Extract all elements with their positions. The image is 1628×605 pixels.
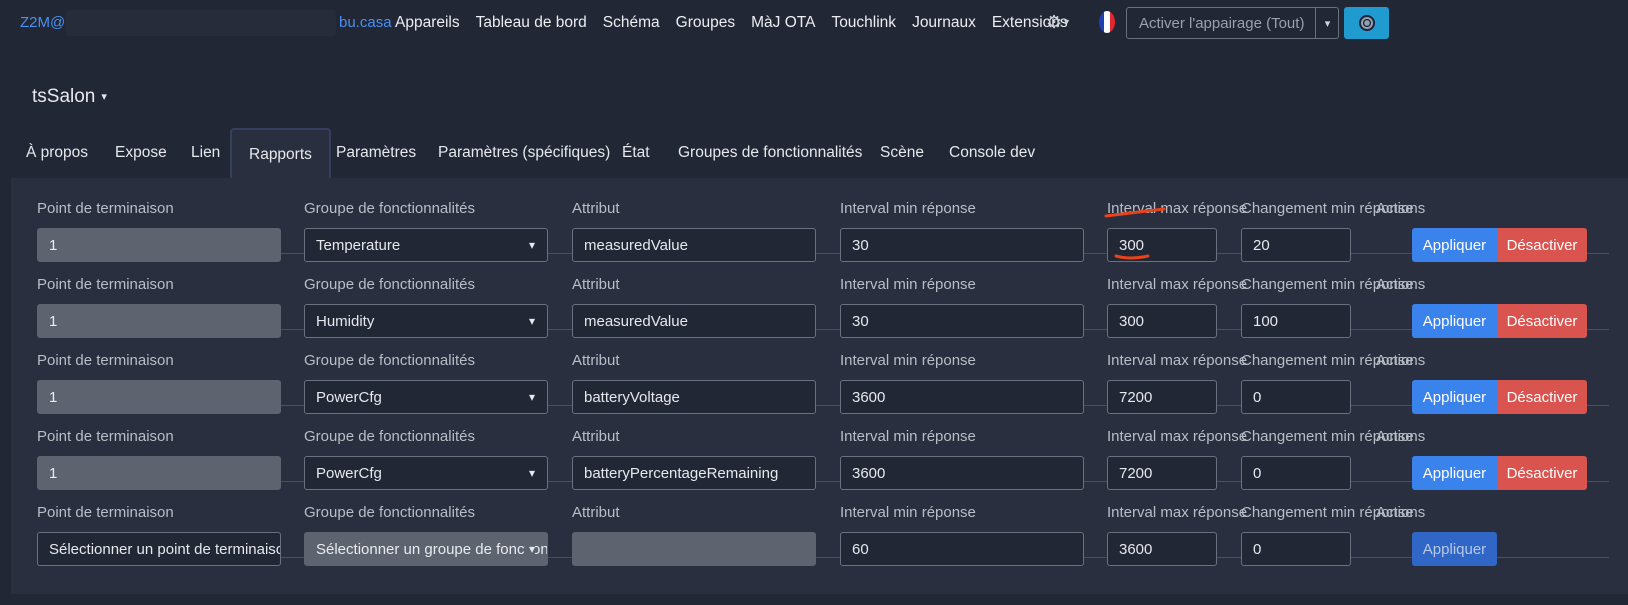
nav-link-journaux[interactable]: Journaux (912, 14, 976, 32)
cluster-value: Temperature (316, 237, 401, 254)
apply-button[interactable]: Appliquer (1412, 532, 1497, 566)
permit-join-dropdown-toggle[interactable]: ▾ (1315, 7, 1339, 39)
actions-label: Actions (1376, 428, 1426, 445)
device-name: tsSalon (32, 86, 96, 107)
new-report-row: Point de terminaison Groupe de fonctionn… (37, 482, 1609, 566)
min-interval-label: Interval min réponse (840, 352, 976, 369)
max-interval-field[interactable]: 3600 (1107, 532, 1217, 566)
chevron-down-icon: ▾ (1324, 17, 1331, 30)
brand-link[interactable]: Z2M@ (20, 14, 65, 31)
attribute-label: Attribut (572, 276, 620, 293)
cluster-label: Groupe de fonctionnalités (304, 352, 475, 369)
max-interval-label: Interval max réponse (1107, 428, 1248, 445)
tab-settings-specific[interactable]: Paramètres (spécifiques) (438, 144, 610, 162)
tab-expose[interactable]: Expose (115, 144, 167, 162)
nav-link-touchlink[interactable]: Touchlink (831, 14, 896, 32)
annotation-marks (1104, 207, 1166, 260)
actions-label: Actions (1376, 504, 1426, 521)
top-navbar: Z2M@ bu.casa Appareils Tableau de bord S… (0, 0, 1628, 46)
tab-scene[interactable]: Scène (880, 144, 924, 162)
nav-link-ota[interactable]: MàJ OTA (751, 14, 815, 32)
nav-link-dashboard[interactable]: Tableau de bord (476, 14, 587, 32)
cluster-value: PowerCfg (316, 389, 382, 406)
network-map-button[interactable] (1344, 7, 1389, 39)
report-row: Point de terminaison Groupe de fonctionn… (37, 178, 1609, 262)
cluster-label: Groupe de fonctionnalités (304, 504, 475, 521)
tab-about[interactable]: À propos (26, 144, 88, 162)
france-flag-icon[interactable] (1099, 11, 1115, 33)
endpoint-label: Point de terminaison (37, 504, 174, 521)
min-change-field[interactable]: 0 (1241, 532, 1351, 566)
chevron-down-icon: ▾ (528, 314, 535, 328)
chevron-down-icon: ▾ (524, 542, 535, 556)
network-icon (1358, 15, 1375, 31)
nav-link-schema[interactable]: Schéma (603, 14, 660, 32)
min-interval-label: Interval min réponse (840, 504, 976, 521)
endpoint-select[interactable]: Sélectionner un point de terminaison (37, 532, 281, 566)
device-selector[interactable]: tsSalon ▾ (32, 86, 107, 108)
endpoint-label: Point de terminaison (37, 276, 174, 293)
actions-label: Actions (1376, 352, 1426, 369)
report-row: Point de terminaison Groupe de fonctionn… (37, 254, 1609, 338)
max-interval-label: Interval max réponse (1107, 352, 1248, 369)
attribute-label: Attribut (572, 200, 620, 217)
cluster-value: Humidity (316, 313, 375, 330)
tab-reporting[interactable]: Rapports (230, 128, 331, 180)
chevron-down-icon: ▾ (528, 238, 535, 252)
nav-link-appareils[interactable]: Appareils (395, 14, 460, 32)
nav-links: Appareils Tableau de bord Schéma Groupes… (395, 14, 1084, 32)
cluster-value: PowerCfg (316, 465, 382, 482)
min-interval-field[interactable]: 60 (840, 532, 1084, 566)
nav-link-groupes[interactable]: Groupes (676, 14, 735, 32)
cluster-placeholder: Sélectionner un groupe de fonctionnalité… (316, 541, 548, 558)
endpoint-label: Point de terminaison (37, 428, 174, 445)
max-interval-label: Interval max réponse (1107, 504, 1248, 521)
max-interval-label: Interval max réponse (1107, 276, 1248, 293)
brand-hostname-suffix[interactable]: bu.casa (339, 14, 392, 31)
min-interval-label: Interval min réponse (840, 276, 976, 293)
min-interval-label: Interval min réponse (840, 428, 976, 445)
tab-state[interactable]: État (622, 144, 650, 162)
chevron-down-icon: ▾ (528, 466, 535, 480)
annotation-underline (1114, 254, 1150, 260)
attribute-label: Attribut (572, 352, 620, 369)
attribute-label: Attribut (572, 428, 620, 445)
device-tabs: À propos Expose Lien Rapports Paramètres… (0, 128, 1628, 180)
settings-gear-icon[interactable]: ⚙ ▾ (1046, 12, 1080, 34)
actions-label: Actions (1376, 200, 1426, 217)
cluster-label: Groupe de fonctionnalités (304, 200, 475, 217)
tab-clusters[interactable]: Groupes de fonctionnalités (678, 144, 862, 162)
attribute-label: Attribut (572, 504, 620, 521)
tab-bind[interactable]: Lien (191, 144, 220, 162)
endpoint-label: Point de terminaison (37, 200, 174, 217)
reporting-panel: Point de terminaison Groupe de fonctionn… (11, 178, 1628, 594)
cluster-label: Groupe de fonctionnalités (304, 276, 475, 293)
min-interval-label: Interval min réponse (840, 200, 976, 217)
chevron-down-icon: ▾ (101, 91, 107, 103)
redacted-hostname (66, 10, 336, 36)
chevron-down-icon: ▾ (1064, 17, 1070, 28)
attribute-field[interactable] (572, 532, 816, 566)
chevron-down-icon: ▾ (528, 390, 535, 404)
cluster-select[interactable]: Sélectionner un groupe de fonctionnalité… (304, 532, 548, 566)
endpoint-label: Point de terminaison (37, 352, 174, 369)
tab-settings[interactable]: Paramètres (336, 144, 416, 162)
report-row: Point de terminaison Groupe de fonctionn… (37, 330, 1609, 414)
cluster-label: Groupe de fonctionnalités (304, 428, 475, 445)
permit-join-button[interactable]: Activer l'appairage (Tout) (1126, 7, 1339, 39)
tab-dev-console[interactable]: Console dev (949, 144, 1035, 162)
annotation-underline (1104, 207, 1166, 218)
report-row: Point de terminaison Groupe de fonctionn… (37, 406, 1609, 490)
actions-label: Actions (1376, 276, 1426, 293)
